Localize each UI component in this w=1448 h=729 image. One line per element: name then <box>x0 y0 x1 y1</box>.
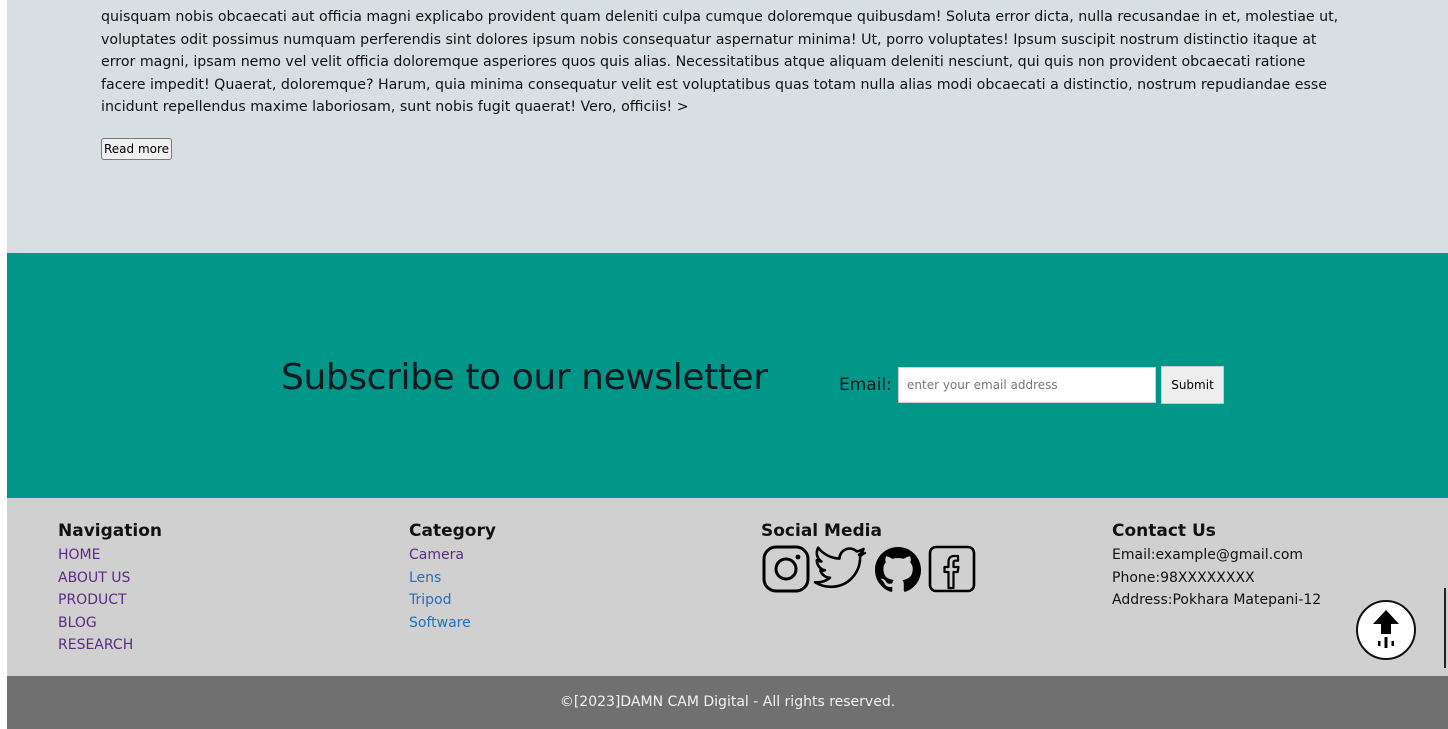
article-text: quisquam nobis obcaecati aut officia mag… <box>101 9 1339 115</box>
instagram-icon[interactable] <box>761 544 811 598</box>
footer: Navigation HOME ABOUT US PRODUCT BLOG RE… <box>7 498 1448 676</box>
contact-phone: Phone:98XXXXXXXX <box>1112 569 1255 586</box>
nav-link-research[interactable]: RESEARCH <box>58 637 133 653</box>
copyright-bar: ©[2023]DAMN CAM Digital - All rights res… <box>7 676 1448 729</box>
footer-category: Category Camera Lens Tripod Software <box>409 520 496 634</box>
article-section: quisquam nobis obcaecati aut officia mag… <box>7 0 1448 253</box>
newsletter-title: Subscribe to our newsletter <box>281 357 768 398</box>
category-link-camera[interactable]: Camera <box>409 547 464 563</box>
contact-heading: Contact Us <box>1112 521 1216 541</box>
nav-link-product[interactable]: PRODUCT <box>58 592 127 608</box>
nav-link-blog[interactable]: BLOG <box>58 615 97 631</box>
category-link-lens[interactable]: Lens <box>409 570 441 586</box>
nav-link-about-us[interactable]: ABOUT US <box>58 570 130 586</box>
read-more-button[interactable]: Read more <box>101 138 173 160</box>
footer-social-media: Social Media <box>761 520 977 598</box>
footer-navigation: Navigation HOME ABOUT US PRODUCT BLOG RE… <box>58 520 162 657</box>
github-icon[interactable] <box>871 544 925 598</box>
category-link-software[interactable]: Software <box>409 615 471 631</box>
contact-address: Address:Pokhara Matepani-12 <box>1112 592 1322 609</box>
scroll-to-top-button[interactable] <box>1356 600 1416 660</box>
scrollbar-edge <box>1444 588 1446 668</box>
social-media-heading: Social Media <box>761 521 882 541</box>
category-link-tripod[interactable]: Tripod <box>409 592 451 608</box>
contact-email: Email:example@gmail.com <box>1112 547 1304 563</box>
email-label: Email: <box>839 375 892 395</box>
category-heading: Category <box>409 521 496 541</box>
twitter-icon[interactable] <box>813 544 869 598</box>
email-input[interactable] <box>898 367 1156 403</box>
navigation-heading: Navigation <box>58 521 162 541</box>
nav-link-home[interactable]: HOME <box>58 547 100 563</box>
footer-contact: Contact Us Email:example@gmail.com Phone… <box>1112 520 1321 612</box>
facebook-icon[interactable] <box>927 544 977 598</box>
rocket-arrow-icon <box>1373 610 1399 648</box>
submit-button[interactable]: Submit <box>1161 366 1224 404</box>
copyright-text: ©[2023]DAMN CAM Digital - All rights res… <box>559 694 896 710</box>
newsletter-section: Subscribe to our newsletter Email: Submi… <box>7 253 1448 498</box>
